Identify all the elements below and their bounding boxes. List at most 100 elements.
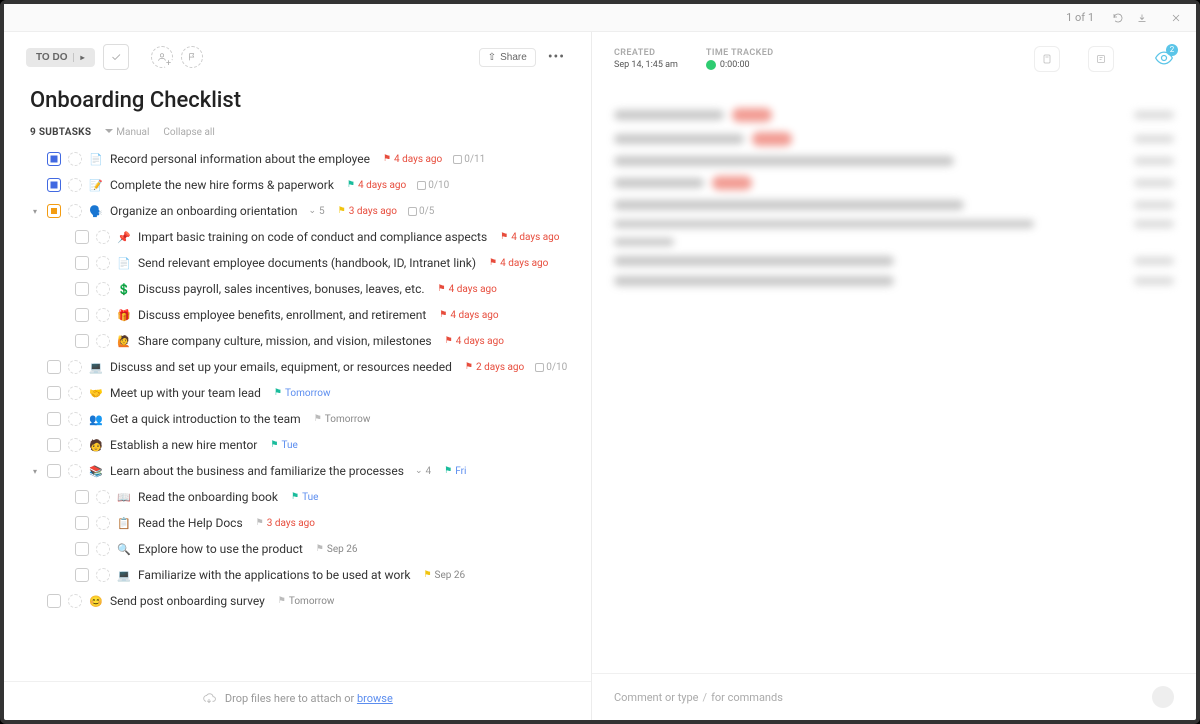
subtask-title[interactable]: Familiarize with the applications to be … xyxy=(138,568,410,582)
due-date[interactable]: ⚑4 days ago xyxy=(489,258,548,269)
due-date[interactable]: ⚑4 days ago xyxy=(347,180,406,191)
drag-handle-icon[interactable] xyxy=(96,516,110,530)
subtask-row[interactable]: 📄Send relevant employee documents (handb… xyxy=(30,250,591,276)
due-date[interactable]: ⚑4 days ago xyxy=(438,284,497,295)
close-icon[interactable] xyxy=(1164,6,1188,30)
due-date[interactable]: ⚑4 days ago xyxy=(500,232,559,243)
drag-handle-icon[interactable] xyxy=(68,178,82,192)
subtask-checkbox[interactable] xyxy=(47,412,61,426)
subtask-checkbox[interactable] xyxy=(47,386,61,400)
subtask-title[interactable]: Establish a new hire mentor xyxy=(110,438,257,452)
drag-handle-icon[interactable] xyxy=(68,204,82,218)
subtask-row[interactable]: ▾🤝Meet up with your team lead⚑Tomorrow xyxy=(30,380,591,406)
drag-handle-icon[interactable] xyxy=(96,542,110,556)
due-date[interactable]: ⚑4 days ago xyxy=(439,310,498,321)
sort-manual[interactable]: Manual xyxy=(105,127,149,138)
checklist-progress[interactable]: 0/5 xyxy=(408,206,434,217)
subtask-checkbox[interactable] xyxy=(47,152,61,166)
checklist-progress[interactable]: 0/10 xyxy=(417,180,449,191)
due-date[interactable]: ⚑2 days ago xyxy=(465,362,524,373)
more-menu-button[interactable]: ••• xyxy=(544,49,569,65)
subtask-title[interactable]: Read the Help Docs xyxy=(138,516,243,530)
assignee-add-icon[interactable] xyxy=(151,46,173,68)
priority-add-icon[interactable] xyxy=(181,46,203,68)
nested-count[interactable]: ⌄5 xyxy=(309,206,325,217)
subtask-row[interactable]: ▾📚Learn about the business and familiari… xyxy=(30,458,591,484)
subtask-checkbox[interactable] xyxy=(47,204,61,218)
subtask-row[interactable]: 📋Read the Help Docs⚑3 days ago xyxy=(30,510,591,536)
subtask-checkbox[interactable] xyxy=(75,490,89,504)
subtask-title[interactable]: Record personal information about the em… xyxy=(110,152,370,166)
drag-handle-icon[interactable] xyxy=(68,464,82,478)
send-button[interactable] xyxy=(1152,686,1174,708)
subtask-row[interactable]: 📖Read the onboarding book⚑Tue xyxy=(30,484,591,510)
subtask-title[interactable]: Send post onboarding survey xyxy=(110,594,265,608)
timer-button[interactable] xyxy=(1034,46,1060,72)
subtask-list[interactable]: ▾📄Record personal information about the … xyxy=(4,144,591,681)
subtask-checkbox[interactable] xyxy=(75,568,89,582)
subtask-title[interactable]: Read the onboarding book xyxy=(138,490,278,504)
play-icon[interactable] xyxy=(706,60,716,70)
subtask-row[interactable]: ▾📄Record personal information about the … xyxy=(30,146,591,172)
tab-2[interactable] xyxy=(56,9,88,26)
refresh-icon[interactable] xyxy=(1106,6,1130,30)
comment-input[interactable]: Comment or type / for commands xyxy=(592,673,1196,720)
subtask-row[interactable]: 💻Familiarize with the applications to be… xyxy=(30,562,591,588)
subtask-row[interactable]: ▾📝Complete the new hire forms & paperwor… xyxy=(30,172,591,198)
subtask-row[interactable]: 🙋Share company culture, mission, and vis… xyxy=(30,328,591,354)
due-date[interactable]: ⚑Sep 26 xyxy=(316,544,358,555)
subtask-checkbox[interactable] xyxy=(75,256,89,270)
collapse-all[interactable]: Collapse all xyxy=(163,127,214,138)
subtask-checkbox[interactable] xyxy=(47,178,61,192)
subtask-checkbox[interactable] xyxy=(75,282,89,296)
checklist-progress[interactable]: 0/11 xyxy=(453,154,485,165)
tab-1[interactable] xyxy=(12,9,44,26)
subtask-title[interactable]: Complete the new hire forms & paperwork xyxy=(110,178,334,192)
subtask-row[interactable]: 🎁Discuss employee benefits, enrollment, … xyxy=(30,302,591,328)
subtask-checkbox[interactable] xyxy=(75,308,89,322)
collapse-toggle-icon[interactable]: ▾ xyxy=(30,467,40,476)
subtask-title[interactable]: Learn about the business and familiarize… xyxy=(110,464,404,478)
subtask-row[interactable]: 🔍Explore how to use the product⚑Sep 26 xyxy=(30,536,591,562)
subtask-row[interactable]: ▾😊Send post onboarding survey⚑Tomorrow xyxy=(30,588,591,614)
drag-handle-icon[interactable] xyxy=(68,360,82,374)
subtask-title[interactable]: Discuss employee benefits, enrollment, a… xyxy=(138,308,426,322)
due-date[interactable]: ⚑Sep 26 xyxy=(423,570,465,581)
attachment-dropzone[interactable]: Drop files here to attach or browse xyxy=(4,681,591,720)
subtask-row[interactable]: ▾🗣️Organize an onboarding orientation⌄5⚑… xyxy=(30,198,591,224)
due-date[interactable]: ⚑Tue xyxy=(291,492,318,503)
drag-handle-icon[interactable] xyxy=(96,334,110,348)
subtask-title[interactable]: Discuss payroll, sales incentives, bonus… xyxy=(138,282,425,296)
mark-complete-button[interactable] xyxy=(103,44,129,70)
drag-handle-icon[interactable] xyxy=(68,594,82,608)
time-tracked-value[interactable]: 0:00:00 xyxy=(706,60,774,70)
due-date[interactable]: ⚑Tomorrow xyxy=(314,414,371,425)
tab-3[interactable] xyxy=(101,9,139,26)
subtask-checkbox[interactable] xyxy=(75,334,89,348)
due-date[interactable]: ⚑3 days ago xyxy=(256,518,315,529)
drag-handle-icon[interactable] xyxy=(96,282,110,296)
due-date[interactable]: ⚑Fri xyxy=(444,466,466,477)
subtask-title[interactable]: Send relevant employee documents (handbo… xyxy=(138,256,476,270)
subtask-row[interactable]: ▾💻Discuss and set up your emails, equipm… xyxy=(30,354,591,380)
browse-link[interactable]: browse xyxy=(357,692,393,705)
watchers-button[interactable]: 2 xyxy=(1154,48,1174,71)
nested-count[interactable]: ⌄4 xyxy=(415,466,431,477)
subtask-row[interactable]: ▾👥Get a quick introduction to the team⚑T… xyxy=(30,406,591,432)
drag-handle-icon[interactable] xyxy=(68,386,82,400)
subtask-row[interactable]: 📌Impart basic training on code of conduc… xyxy=(30,224,591,250)
status-next-icon[interactable]: ▸ xyxy=(73,53,84,62)
checklist-progress[interactable]: 0/10 xyxy=(535,362,567,373)
drag-handle-icon[interactable] xyxy=(96,230,110,244)
subtask-title[interactable]: Impart basic training on code of conduct… xyxy=(138,230,487,244)
due-date[interactable]: ⚑Tomorrow xyxy=(278,596,335,607)
due-date[interactable]: ⚑4 days ago xyxy=(383,154,442,165)
subtask-row[interactable]: ▾🧑Establish a new hire mentor⚑Tue xyxy=(30,432,591,458)
subtask-title[interactable]: Share company culture, mission, and visi… xyxy=(138,334,432,348)
subtask-checkbox[interactable] xyxy=(75,516,89,530)
minimize-icon[interactable] xyxy=(1130,6,1154,30)
drag-handle-icon[interactable] xyxy=(96,308,110,322)
subtask-title[interactable]: Get a quick introduction to the team xyxy=(110,412,301,426)
due-date[interactable]: ⚑Tomorrow xyxy=(274,388,331,399)
subtask-row[interactable]: 💲Discuss payroll, sales incentives, bonu… xyxy=(30,276,591,302)
